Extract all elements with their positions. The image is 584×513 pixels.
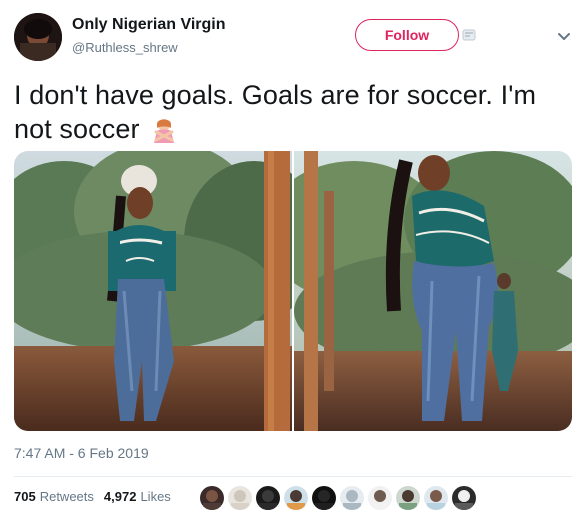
tweet-stats: 705 Retweets 4,972 Likes	[14, 489, 171, 504]
liker-avatar[interactable]	[284, 486, 308, 510]
tweet-photo-1[interactable]	[14, 151, 292, 431]
likes-stat[interactable]: 4,972 Likes	[104, 489, 171, 504]
divider	[14, 476, 572, 477]
liker-avatar[interactable]	[256, 486, 280, 510]
user-handle[interactable]: @Ruthless_shrew	[72, 40, 178, 55]
tweet-media[interactable]	[14, 151, 572, 431]
follow-button[interactable]: Follow	[355, 19, 459, 51]
liker-avatar[interactable]	[368, 486, 392, 510]
retweets-count: 705	[14, 489, 36, 504]
tweet-text: I don't have goals. Goals are for soccer…	[14, 78, 562, 146]
liker-avatar[interactable]	[424, 486, 448, 510]
likers-avatars	[200, 486, 476, 510]
liker-avatar[interactable]	[340, 486, 364, 510]
likes-count: 4,972	[103, 489, 137, 504]
user-display-name[interactable]: Only Nigerian Virgin	[72, 16, 226, 34]
tweet-timestamp[interactable]: 7:47 AM - 6 Feb 2019	[14, 445, 149, 461]
retweets-label: Retweets	[39, 489, 94, 504]
liker-avatar[interactable]	[396, 486, 420, 510]
user-avatar[interactable]	[14, 13, 62, 61]
chevron-down-icon[interactable]	[556, 28, 572, 44]
avatar-image	[14, 13, 62, 61]
tweet-photo-2[interactable]	[294, 151, 572, 431]
likes-label: Likes	[140, 489, 171, 504]
liker-avatar[interactable]	[452, 486, 476, 510]
retweets-stat[interactable]: 705 Retweets	[14, 489, 94, 504]
liker-avatar[interactable]	[312, 486, 336, 510]
tweet-text-content: I don't have goals. Goals are for soccer…	[14, 80, 537, 144]
person-gesturing-no-emoji	[151, 117, 177, 143]
small-link-icon[interactable]	[462, 28, 476, 42]
liker-avatar[interactable]	[200, 486, 224, 510]
liker-avatar[interactable]	[228, 486, 252, 510]
